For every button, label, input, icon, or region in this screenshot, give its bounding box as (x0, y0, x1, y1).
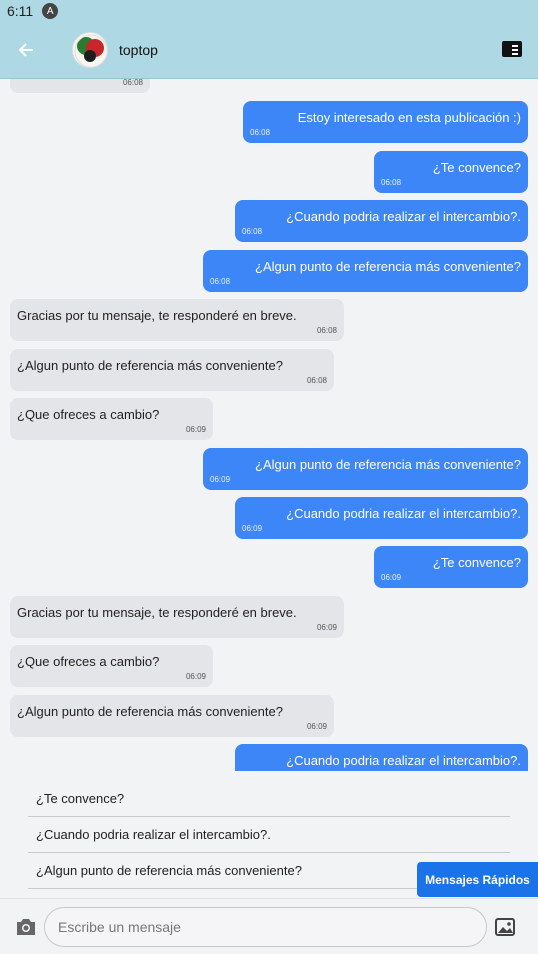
message-time: 06:08 (210, 277, 231, 286)
contact-name[interactable]: toptop (119, 42, 158, 58)
app-indicator-icon: A (42, 3, 59, 19)
message-text: ¿Algun punto de referencia más convenien… (17, 704, 283, 719)
message-incoming[interactable]: ¿Algun punto de referencia más convenien… (10, 349, 334, 391)
camera-button[interactable] (14, 916, 38, 938)
message-text: ¿Que ofreces a cambio? (17, 654, 160, 669)
message-incoming[interactable]: ¿Que ofreces a cambio? 06:09 (10, 645, 213, 687)
quick-messages-button[interactable]: Mensajes Rápidos (417, 862, 538, 897)
message-time: 06:08 (250, 128, 271, 137)
notes-icon-line (512, 45, 518, 47)
message-outgoing[interactable]: ¿Te convence? 06:08 (374, 151, 528, 193)
message-text: ¿Cuando podria realizar el intercambio?. (286, 506, 521, 521)
message-time: 06:08 (306, 376, 327, 385)
back-button[interactable] (0, 22, 52, 79)
message-text: ¿Cuando podria realizar el intercambio?. (286, 209, 521, 224)
message-outgoing[interactable]: ¿Te convence? 06:09 (374, 546, 528, 588)
notes-button[interactable] (502, 41, 522, 57)
quick-reply-item[interactable]: ¿Te convence? (28, 781, 510, 817)
notes-icon-line (512, 49, 518, 51)
message-outgoing[interactable]: ¿Cuando podria realizar el intercambio?. (235, 744, 528, 771)
arrow-left-icon (18, 43, 33, 57)
message-incoming[interactable]: ¿Algun punto de referencia más convenien… (10, 695, 334, 737)
message-time: 06:09 (316, 623, 337, 632)
chat-header: toptop (0, 22, 538, 79)
message-time: 06:09 (185, 672, 206, 681)
message-outgoing[interactable]: ¿Algun punto de referencia más convenien… (203, 250, 528, 292)
status-bar: 6:11 A (0, 0, 538, 22)
message-outgoing[interactable]: ¿Cuando podria realizar el intercambio?.… (235, 200, 528, 242)
message-time: 06:09 (381, 573, 402, 582)
message-text: Estoy interesado en esta publicación :) (297, 110, 521, 125)
message-time: 06:08 (122, 79, 143, 87)
message-outgoing[interactable]: Estoy interesado en esta publicación :) … (243, 101, 528, 143)
camera-icon (17, 919, 35, 935)
message-list[interactable]: 06:08 Estoy interesado en esta publicaci… (0, 79, 538, 771)
gallery-icon (495, 918, 515, 936)
message-incoming[interactable]: 06:08 (10, 79, 150, 93)
message-outgoing[interactable]: ¿Algun punto de referencia más convenien… (203, 448, 528, 490)
avatar-image (73, 33, 107, 67)
message-text: Gracias por tu mensaje, te responderé en… (17, 308, 297, 323)
notes-icon-line (512, 53, 518, 55)
message-time: 06:09 (242, 524, 263, 533)
message-text: ¿Algun punto de referencia más convenien… (255, 457, 521, 472)
message-text: ¿Que ofreces a cambio? (17, 407, 160, 422)
message-text: ¿Te convence? (432, 555, 521, 570)
message-text: Gracias por tu mensaje, te responderé en… (17, 605, 297, 620)
message-time: 06:09 (210, 475, 231, 484)
gallery-button[interactable] (494, 916, 516, 938)
quick-reply-item[interactable]: ¿Cuando podria realizar el intercambio?. (28, 817, 510, 853)
message-text: ¿Algun punto de referencia más convenien… (17, 358, 283, 373)
message-text: ¿Algun punto de referencia más convenien… (255, 259, 521, 274)
message-time: 06:08 (316, 326, 337, 335)
message-outgoing[interactable]: ¿Cuando podria realizar el intercambio?.… (235, 497, 528, 539)
status-time: 6:11 (7, 3, 34, 19)
message-incoming[interactable]: Gracias por tu mensaje, te responderé en… (10, 299, 344, 341)
message-input[interactable] (44, 907, 487, 947)
message-time: 06:08 (381, 178, 402, 187)
message-text: ¿Cuando podria realizar el intercambio?. (286, 753, 521, 768)
message-time: 06:09 (306, 722, 327, 731)
message-composer (0, 898, 538, 954)
message-time: 06:08 (242, 227, 263, 236)
message-time: 06:09 (185, 425, 206, 434)
message-incoming[interactable]: ¿Que ofreces a cambio? 06:09 (10, 398, 213, 440)
message-incoming[interactable]: Gracias por tu mensaje, te responderé en… (10, 596, 344, 638)
avatar[interactable] (72, 32, 108, 68)
message-text: ¿Te convence? (432, 160, 521, 175)
